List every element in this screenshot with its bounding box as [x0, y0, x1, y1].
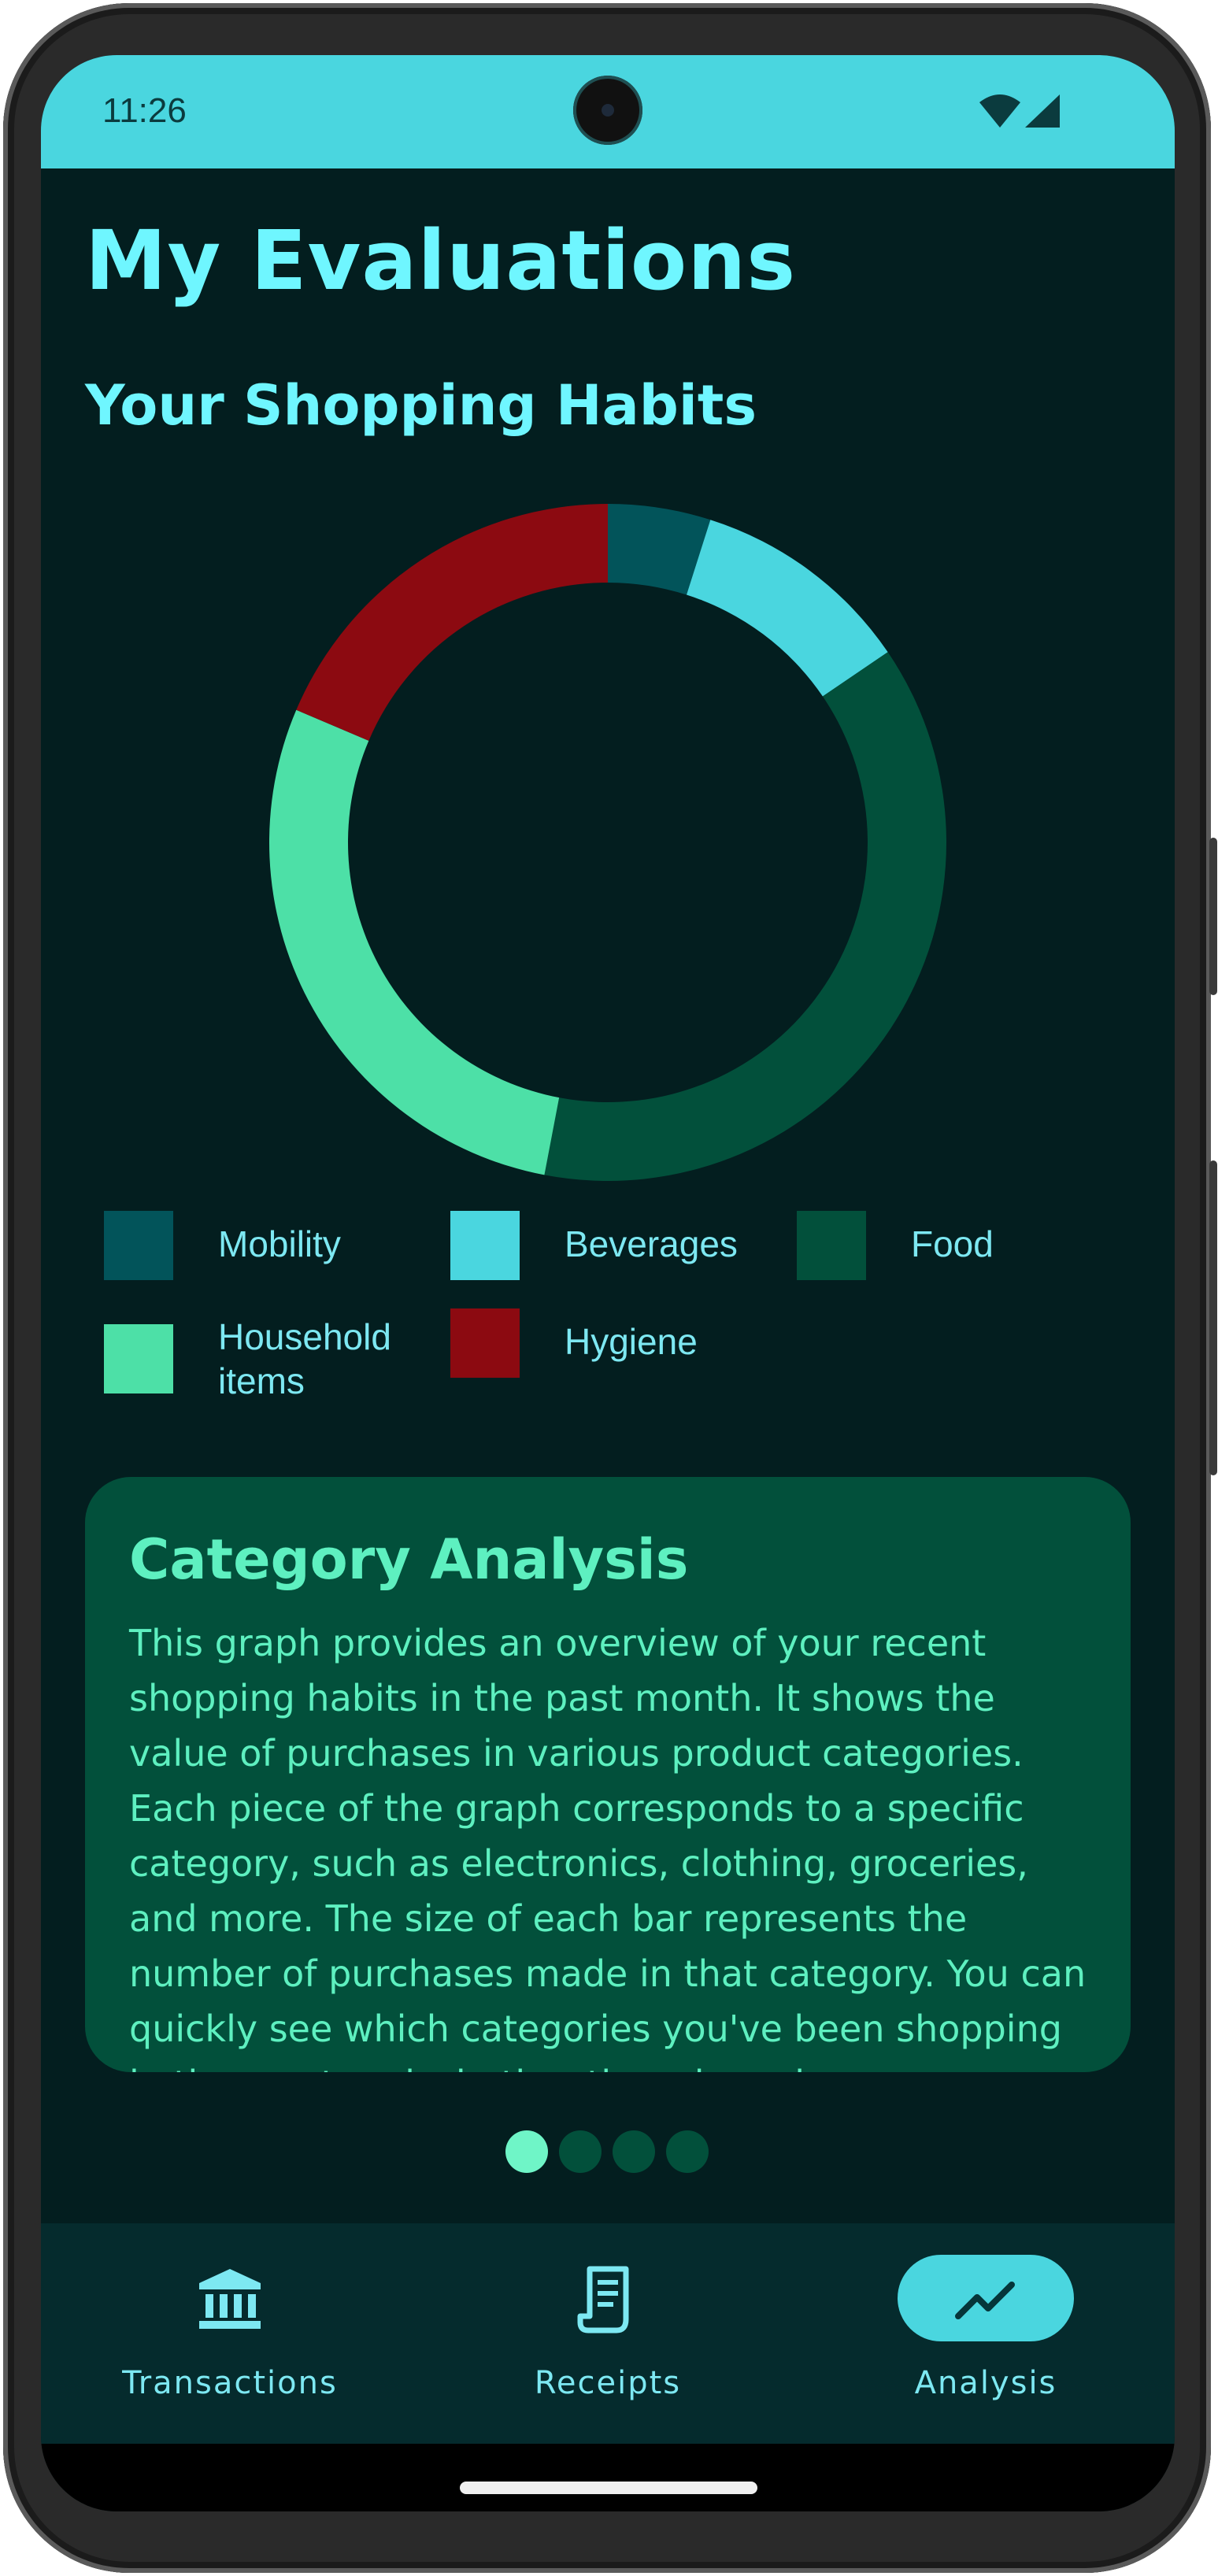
legend-label: Hygiene: [565, 1321, 698, 1362]
nav-item-transactions[interactable]: Transactions: [41, 2223, 419, 2444]
page-dot-3[interactable]: [613, 2130, 655, 2173]
legend-swatch: [797, 1211, 866, 1280]
legend-swatch: [104, 1324, 173, 1393]
gesture-bar: [41, 2444, 1175, 2511]
volume-button: [1209, 838, 1217, 995]
shopping-donut-chart: [269, 504, 946, 1181]
home-indicator[interactable]: [460, 2482, 757, 2494]
donut-slice-beverages[interactable]: [687, 520, 888, 697]
nav-label: Receipts: [534, 2365, 682, 2401]
chart-legend: Mobility Beverages Food Household items …: [104, 1211, 1127, 1447]
nav-item-receipts[interactable]: Receipts: [419, 2223, 797, 2444]
page-dot-4[interactable]: [666, 2130, 709, 2173]
status-time: 11:26: [102, 91, 187, 130]
card-body-text: This graph provides an overview of your …: [129, 1622, 1087, 2072]
phone-frame: 11:26 My Evaluations Your Shopping Habit…: [3, 3, 1217, 2573]
nav-item-analysis[interactable]: Analysis: [797, 2223, 1175, 2444]
status-icons: [979, 94, 1060, 128]
legend-label: Mobility: [218, 1223, 341, 1264]
app-screen: 11:26 My Evaluations Your Shopping Habit…: [41, 55, 1175, 2511]
bank-icon: [199, 2269, 261, 2329]
front-camera: [573, 76, 642, 145]
status-bar: 11:26: [41, 55, 1175, 168]
bottom-navigation: Transactions Receipts Analysis: [41, 2223, 1175, 2444]
donut-slice-hygiene[interactable]: [296, 504, 608, 741]
section-subtitle: Your Shopping Habits: [85, 373, 757, 438]
donut-slice-household-items[interactable]: [269, 709, 560, 1175]
card-title: Category Analysis: [129, 1527, 689, 1592]
legend-swatch: [450, 1211, 520, 1280]
trending-up-icon: [955, 2282, 1015, 2319]
page-title: My Evaluations: [85, 213, 797, 309]
nav-label: Transactions: [122, 2365, 338, 2401]
page-dot-2[interactable]: [559, 2130, 602, 2173]
power-button: [1209, 1160, 1217, 1475]
category-analysis-card[interactable]: Category Analysis This graph provides an…: [85, 1477, 1131, 2072]
legend-label: Household items: [218, 1316, 391, 1401]
cell-signal-icon: [1025, 94, 1060, 128]
legend-label: Beverages: [565, 1223, 738, 1264]
nav-label: Analysis: [914, 2365, 1057, 2401]
page-indicator: [505, 2130, 710, 2174]
legend-swatch: [104, 1211, 173, 1280]
legend-label: Food: [911, 1223, 994, 1264]
legend-swatch: [450, 1308, 520, 1378]
donut-slice-food[interactable]: [544, 652, 946, 1181]
page-dot-1[interactable]: [505, 2130, 548, 2173]
wifi-icon: [979, 94, 1020, 128]
receipt-icon: [577, 2266, 629, 2334]
